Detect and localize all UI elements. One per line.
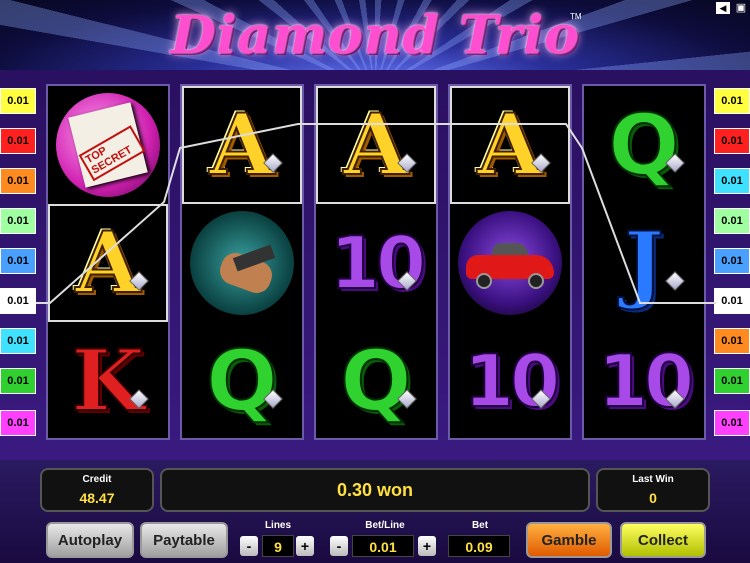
trademark: TM (570, 12, 582, 21)
collect-button[interactable]: Collect (620, 522, 706, 558)
win-message: 0.30 won (336, 480, 414, 500)
speaker-icon[interactable]: ◀ (716, 2, 730, 14)
bet-label: Bet (471, 520, 489, 531)
last-win-panel: Last Win 0 (596, 468, 710, 512)
bet-value: 0.09 (448, 535, 510, 557)
lines-plus-button[interactable]: + (296, 536, 314, 556)
credit-value: 48.47 (79, 490, 115, 506)
control-bar: Credit 48.47 0.30 won Last Win 0 Autopla… (0, 460, 750, 563)
bet-line-label: Bet/Line (365, 520, 405, 531)
bet-line-plus-button[interactable]: + (418, 536, 436, 556)
last-win-label: Last Win (632, 474, 674, 485)
paytable-button[interactable]: Paytable (140, 522, 228, 558)
game-title: Diamond Trio (170, 5, 580, 66)
gamble-button[interactable]: Gamble (526, 522, 612, 558)
lines-minus-button[interactable]: - (240, 536, 258, 556)
lines-label: Lines (264, 520, 292, 531)
message-panel: 0.30 won (160, 468, 590, 512)
last-win-value: 0 (649, 490, 657, 506)
reel-area: 0.01 0.01 0.01 0.01 0.01 0.01 0.01 0.01 0.01 0.0… (0, 70, 750, 460)
game-header: Diamond Trio TM ◀ ▣ (0, 0, 750, 70)
autoplay-button[interactable]: Autoplay (46, 522, 134, 558)
bet-line-value: 0.01 (352, 535, 414, 557)
bet-line-minus-button[interactable]: - (330, 536, 348, 556)
payline-path (36, 123, 716, 304)
credit-panel: Credit 48.47 (40, 468, 154, 512)
credit-label: Credit (82, 474, 112, 485)
fullscreen-icon[interactable]: ▣ (734, 2, 748, 14)
lines-value: 9 (262, 535, 294, 557)
